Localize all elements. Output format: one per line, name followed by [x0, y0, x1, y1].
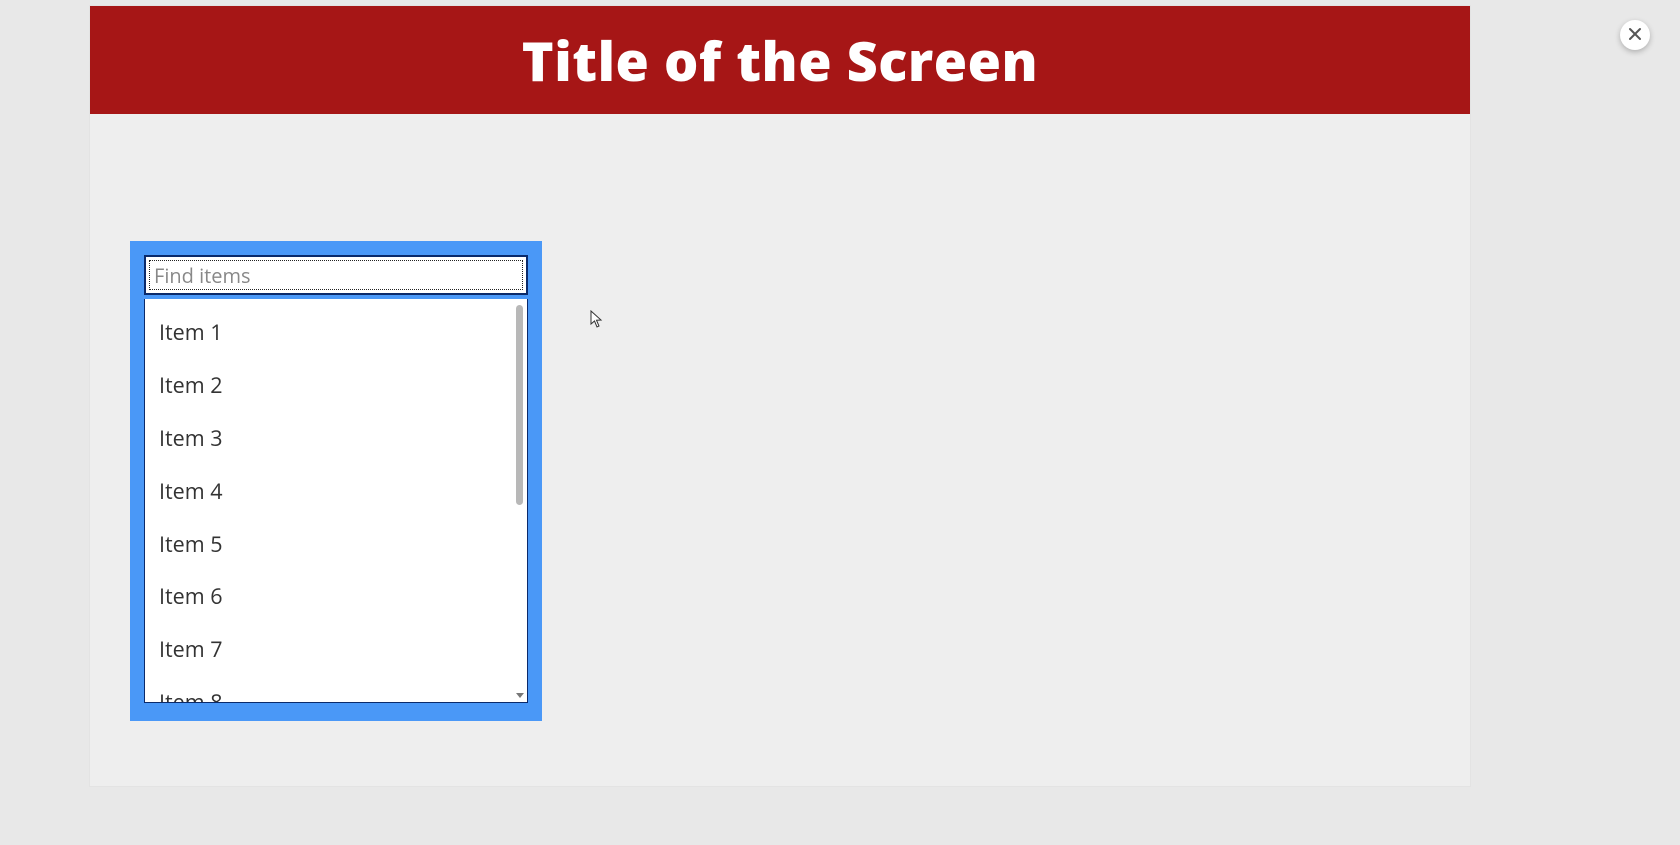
search-input[interactable] — [149, 260, 523, 290]
options-listbox: Item 1 Item 2 Item 3 Item 4 Item 5 Item … — [144, 299, 528, 703]
filterable-select-panel: Item 1 Item 2 Item 3 Item 4 Item 5 Item … — [130, 241, 542, 721]
chevron-down-icon[interactable] — [516, 693, 524, 698]
close-icon — [1628, 27, 1642, 44]
scrollbar-vertical[interactable] — [513, 299, 527, 702]
stage: Title of the Screen Item 1 Item 2 Item 3… — [0, 0, 1680, 845]
cursor-icon — [590, 310, 604, 328]
scrollbar-thumb[interactable] — [516, 305, 523, 505]
page-surface: Title of the Screen Item 1 Item 2 Item 3… — [90, 6, 1470, 786]
list-item[interactable]: Item 6 — [145, 571, 513, 624]
page-title: Title of the Screen — [522, 23, 1038, 97]
list-item[interactable]: Item 4 — [145, 466, 513, 519]
list-item[interactable]: Item 5 — [145, 519, 513, 572]
close-button[interactable] — [1620, 20, 1650, 50]
list-item[interactable]: Item 2 — [145, 360, 513, 413]
list-item[interactable]: Item 8 — [145, 677, 513, 702]
search-input-wrap — [144, 255, 528, 295]
list-item[interactable]: Item 3 — [145, 413, 513, 466]
list-item[interactable]: Item 7 — [145, 624, 513, 677]
header-bar: Title of the Screen — [90, 6, 1470, 114]
list-item[interactable]: Item 1 — [145, 307, 513, 360]
options-list: Item 1 Item 2 Item 3 Item 4 Item 5 Item … — [145, 299, 513, 702]
